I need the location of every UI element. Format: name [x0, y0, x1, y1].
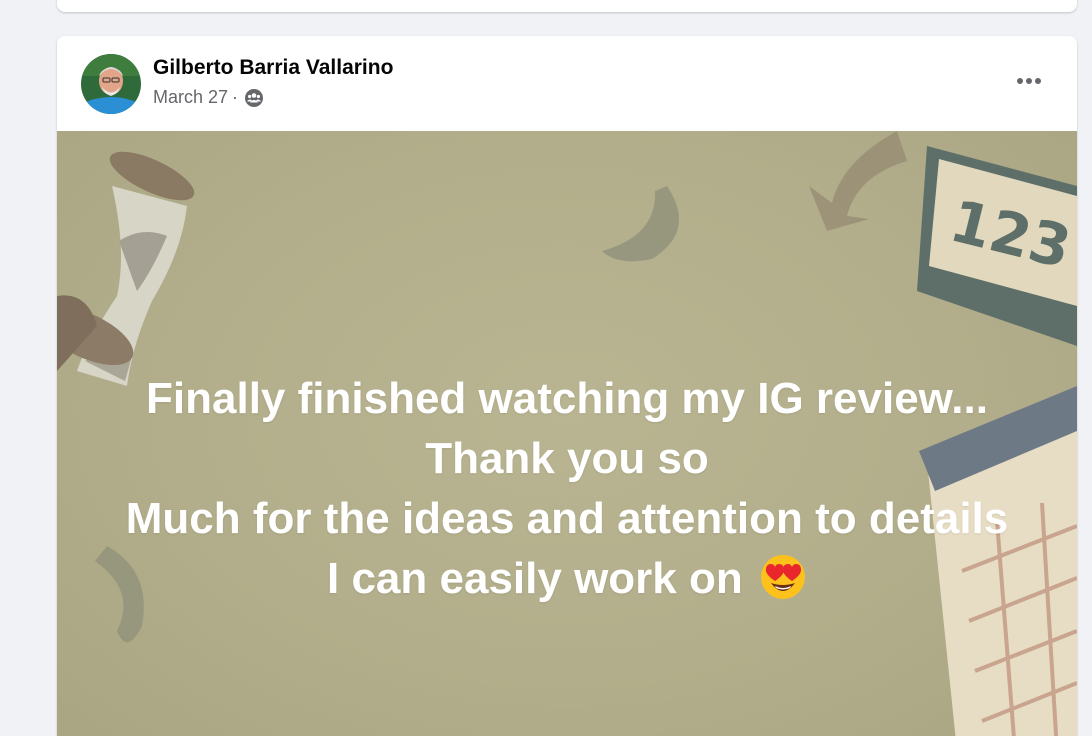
author-name[interactable]: Gilberto Barria Vallarino	[153, 56, 393, 80]
post-text-line: Finally finished watching my IG review..…	[146, 374, 988, 423]
more-options-button[interactable]	[1009, 64, 1049, 98]
post-background-card[interactable]: 123 Finally finished watching my IG revi…	[57, 131, 1077, 736]
post-date[interactable]: March 27	[153, 87, 228, 108]
hourglass-icon	[57, 151, 195, 386]
post-text-line: I can easily work on	[327, 554, 743, 603]
meta-separator: ·	[232, 87, 239, 107]
scrollbar-track[interactable]	[1086, 0, 1092, 707]
post-meta: March 27 ·	[153, 87, 264, 108]
arrow-icon	[809, 131, 907, 231]
post-text: Finally finished watching my IG review..…	[57, 369, 1077, 609]
counter-icon: 123	[917, 146, 1077, 346]
moon-icon	[602, 186, 679, 262]
post-header: Gilberto Barria Vallarino March 27 ·	[57, 36, 1077, 131]
post-text-line: Much for the ideas and attention to deta…	[125, 494, 1009, 543]
post-card: Gilberto Barria Vallarino March 27 · 123…	[57, 36, 1077, 736]
post-text-line-last: I can easily work on	[57, 549, 1077, 609]
post-text-line: Thank you so	[425, 434, 709, 483]
author-avatar[interactable]	[81, 54, 141, 114]
previous-post-card	[57, 0, 1077, 12]
more-options-icon	[1017, 78, 1041, 84]
friends-icon[interactable]	[244, 88, 264, 108]
heart-eyes-emoji-icon	[759, 553, 807, 601]
